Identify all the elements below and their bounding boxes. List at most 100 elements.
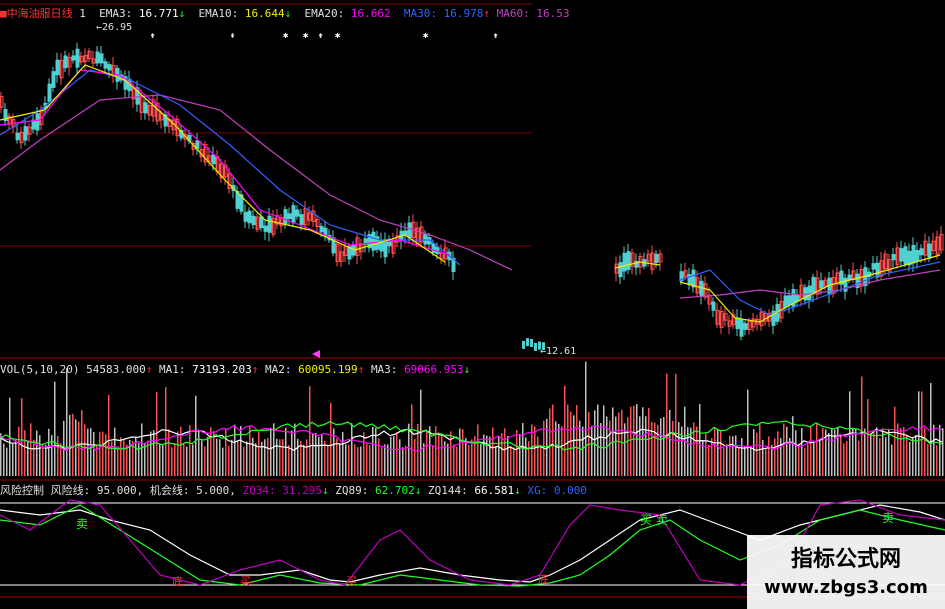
price-candle-body (371, 231, 376, 251)
volume-bar (513, 447, 515, 476)
volume-bar (648, 407, 650, 476)
volume-bar (609, 420, 611, 476)
volume-bar (270, 427, 272, 476)
volume-bar (459, 428, 461, 476)
volume-bar (390, 436, 392, 476)
price-candle-body (622, 252, 627, 272)
volume-bar (99, 431, 101, 476)
volume-bar (498, 436, 500, 476)
volume-bar (774, 438, 776, 476)
volume-bar (201, 440, 203, 476)
volume-bar (264, 439, 266, 476)
chance-line-label: 机会线: (149, 484, 190, 497)
volume-bar (6, 447, 8, 476)
watermark-title: 指标公式网 (790, 547, 901, 572)
volume-bar (786, 426, 788, 476)
volume-bar (105, 434, 107, 476)
signal-marker: ✱ (335, 31, 341, 41)
volume-bar (933, 424, 935, 476)
volume-bar (384, 444, 386, 476)
volume-bar (252, 437, 254, 476)
volume-bar (765, 447, 767, 476)
stock-icon: ■ (0, 7, 7, 20)
volume-bar (738, 447, 740, 476)
volume-bar (585, 361, 587, 476)
price-candle-body (927, 243, 932, 259)
volume-bar (507, 435, 509, 476)
volume-bar (657, 424, 659, 476)
volume-bar (258, 431, 260, 476)
volume-bar (57, 436, 59, 476)
zq144-label: ZQ144: (427, 484, 468, 497)
price-candle-body (291, 205, 296, 224)
volume-bar (924, 427, 926, 476)
period-label[interactable]: 日线 (51, 7, 73, 20)
volume-bar (519, 433, 521, 476)
site-watermark: 指标公式网 www.zbgs3.com (747, 535, 945, 609)
volume-bar (603, 405, 605, 476)
volume-bar (84, 424, 86, 476)
volume-bar (813, 440, 815, 476)
volume-bar (168, 429, 170, 476)
stock-name[interactable]: 中海油服 (7, 7, 51, 20)
volume-bar (522, 423, 524, 476)
zq144-value: 66.581 (474, 484, 515, 497)
risk-line-value: 95.000, (96, 484, 144, 497)
volume-bar (705, 433, 707, 476)
volume-bar (837, 427, 839, 476)
volume-bar (282, 439, 284, 476)
volume-bar (342, 431, 344, 476)
ma30-value: 16.978 (443, 7, 484, 20)
volume-bar (864, 428, 866, 476)
price-candle-body (743, 323, 748, 330)
price-candle-body (891, 254, 896, 261)
volume-bar (87, 428, 89, 476)
volume-bar (840, 435, 842, 476)
volume-bar (210, 427, 212, 476)
volume-bar (123, 440, 125, 476)
volume-label[interactable]: VOL(5,10,20) (0, 363, 79, 376)
volume-bar (600, 423, 602, 476)
volume-bar (186, 446, 188, 476)
volume-bar (771, 445, 773, 476)
volume-bar (339, 443, 341, 476)
vol-ma1-arrow: ↑ (251, 363, 259, 376)
vol-ma2-arrow: ↑ (357, 363, 365, 376)
price-candle-body (811, 276, 816, 295)
volume-bar (108, 394, 110, 476)
volume-bar (54, 381, 56, 476)
price-candle-body (915, 250, 920, 262)
volume-bar (162, 444, 164, 476)
price-candle-body (23, 126, 28, 141)
volume-bar (591, 425, 593, 476)
volume-bar (501, 433, 503, 476)
price-candle-body (526, 338, 529, 347)
volume-bar (885, 437, 887, 476)
price-candle-body (739, 318, 744, 337)
price-candle-body (15, 132, 20, 141)
volume-bar (354, 444, 356, 476)
volume-bar (663, 417, 665, 476)
volume-bar (177, 431, 179, 476)
scroll-position-marker[interactable] (312, 350, 320, 358)
volume-bar (114, 427, 116, 476)
volume-bar (597, 404, 599, 476)
indicator-name[interactable]: 风险控制 (0, 484, 44, 497)
buy-signal-mark: 买 (346, 575, 357, 588)
volume-bar (237, 440, 239, 476)
volume-bar (288, 445, 290, 476)
volume-bar (651, 421, 653, 476)
price-candle-body (211, 154, 216, 165)
signal-marker: ⇟ (318, 31, 323, 41)
volume-bar (198, 429, 200, 476)
volume-bar (219, 439, 221, 476)
volume-bar (360, 446, 362, 476)
volume-bar (414, 438, 416, 476)
price-candle-body (247, 210, 252, 224)
price-candle-body (431, 243, 436, 253)
volume-bar (267, 438, 269, 476)
volume-bar (27, 441, 29, 476)
volume-bar (192, 444, 194, 476)
volume-bar (318, 436, 320, 476)
sell-signal-mark: 卖 (656, 513, 669, 527)
